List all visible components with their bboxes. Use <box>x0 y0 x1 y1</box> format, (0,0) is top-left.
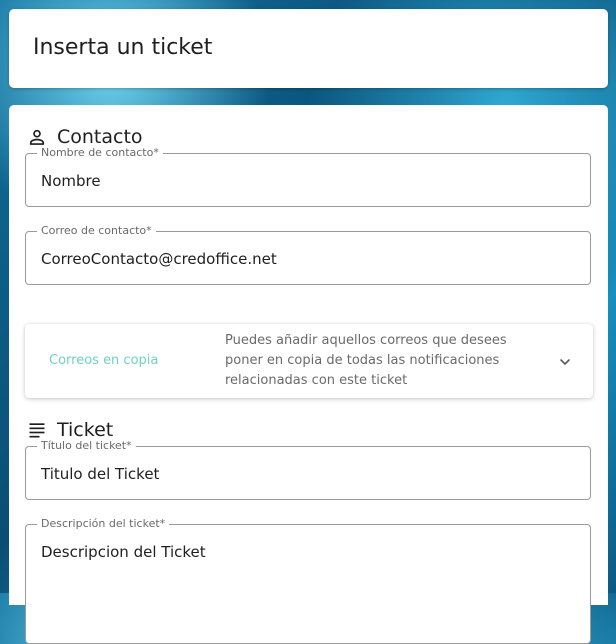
contact-name-label: Nombre de contacto* <box>37 146 163 160</box>
person-icon <box>29 129 45 145</box>
cc-emails-expansion-panel[interactable]: Correos en copia Puedes añadir aquellos … <box>25 324 593 398</box>
contact-name-input[interactable]: Nombre <box>41 171 101 191</box>
ticket-form: Contacto Nombre de contacto* Nombre Corr… <box>9 105 608 644</box>
ticket-description-label: Descripción del ticket* <box>37 517 170 531</box>
ticket-title-field[interactable]: Título del ticket* Titulo del Ticket <box>25 439 591 500</box>
contact-name-field[interactable]: Nombre de contacto* Nombre <box>25 146 591 207</box>
page-header: Inserta un ticket <box>9 9 608 88</box>
page-title: Inserta un ticket <box>33 35 213 60</box>
contact-email-field[interactable]: Correo de contacto* CorreoContacto@credo… <box>25 224 591 285</box>
cc-emails-description: Puedes añadir aquellos correos que desee… <box>225 333 507 388</box>
ticket-title-input[interactable]: Titulo del Ticket <box>41 464 159 484</box>
chevron-down-icon[interactable] <box>557 354 573 370</box>
contact-email-label: Correo de contacto* <box>37 224 156 238</box>
cc-emails-title: Correos en copia <box>49 353 159 368</box>
ticket-title-label: Título del ticket* <box>37 439 136 453</box>
notes-icon <box>29 423 45 438</box>
ticket-description-textarea[interactable]: Descripcion del Ticket <box>41 542 206 562</box>
contact-email-input[interactable]: CorreoContacto@credoffice.net <box>41 249 277 269</box>
ticket-description-field[interactable]: Descripción del ticket* Descripcion del … <box>25 517 591 644</box>
